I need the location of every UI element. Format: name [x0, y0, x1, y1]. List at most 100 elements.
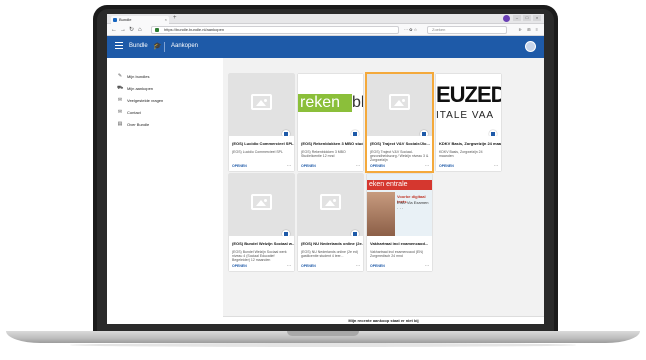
sidebar-item-label: Mijn bundles — [127, 73, 150, 79]
thumbnail-logo-text: EUZED — [436, 82, 501, 107]
sidebar-item-mijn-aankopen[interactable]: ⛟ Mijn aankopen — [117, 84, 153, 92]
card-thumbnail: EUZED ITALE VAA — [436, 74, 501, 136]
purchase-card-selected[interactable]: (EOS) Traject V&V Sociale/Jlo... (EOS) T… — [365, 72, 434, 173]
thumbnail-text: EVA: Via Examen — [397, 200, 429, 205]
avatar[interactable] — [525, 41, 536, 52]
open-button[interactable]: OPENEN — [232, 264, 247, 268]
header-divider — [164, 42, 165, 52]
app-brand[interactable]: Bundle — [129, 43, 148, 49]
card-subtitle: (EOS) Lucidio Commercieel SPL — [232, 150, 283, 154]
more-options-icon[interactable]: ⋯ — [425, 264, 429, 268]
sidebar-item-contact[interactable]: ✉ Contact — [117, 108, 141, 116]
more-options-icon[interactable]: ⋯ — [494, 164, 498, 168]
card-subtitle: (EOS) Traject V&V Sociaal-gezondheidszor… — [370, 150, 429, 162]
new-tab-button[interactable]: + — [173, 15, 177, 21]
card-subtitle: Vakhartraai incl examencaod (EN) Zorgmed… — [370, 250, 424, 258]
tab-close-icon[interactable]: × — [165, 16, 167, 24]
laptop-screen: Bundle × + – □ × ← → ↻ ⌂ https://bundle.… — [107, 14, 544, 324]
thumbnail-text: · · · — [397, 206, 404, 211]
sidebar-item-over-bundle[interactable]: ▤ Over Bundle — [117, 120, 150, 128]
thumbnail-logo-text: bl — [352, 94, 363, 111]
window-controls: – □ × — [513, 15, 541, 21]
card-thumbnail — [229, 174, 294, 236]
more-options-icon[interactable]: ⋯ — [287, 164, 291, 168]
image-placeholder-icon — [320, 194, 341, 210]
sidebar-item-label: Over Bundle — [127, 121, 150, 127]
search-input[interactable]: Zoeken — [427, 26, 507, 34]
sidebar-item-label: Mijn aankopen — [127, 85, 154, 91]
card-thumbnail — [298, 174, 363, 236]
card-subtitle: (EOS) Bundel Welzijn Sociaal werk niveau… — [232, 250, 287, 262]
open-button[interactable]: OPENEN — [301, 264, 316, 268]
card-title: KDKV Basis, Zorgwelzijn 24 maand... — [439, 141, 501, 146]
open-button[interactable]: OPENEN — [370, 164, 385, 168]
browser-menu-icons[interactable]: ⊪ ⊞ ≡ — [519, 27, 540, 32]
browser-toolbar: ← → ↻ ⌂ https://bundle.bundle.nl/aankope… — [107, 24, 544, 36]
sidebar: ✎ Mijn bundles ⛟ Mijn aankopen ✉ Veelges… — [107, 58, 223, 324]
image-placeholder-icon — [251, 194, 272, 210]
url-text: https://bundle.bundle.nl/aankopen — [164, 27, 225, 32]
purchase-card[interactable]: EUZED ITALE VAA KDKV Basis, Zorgwelzijn … — [436, 74, 501, 171]
more-options-icon[interactable]: ⋯ — [287, 264, 291, 268]
sidebar-item-label: Contact — [127, 109, 141, 115]
laptop-mockup: Bundle × + – □ × ← → ↻ ⌂ https://bundle.… — [0, 0, 646, 360]
image-placeholder-icon — [389, 94, 410, 110]
card-subtitle: KDKV Basis, Zorgwelzijn 24 maanden — [439, 150, 483, 158]
open-button[interactable]: OPENEN — [301, 164, 316, 168]
profile-icon[interactable] — [503, 15, 510, 22]
recent-purchase-missing-link[interactable]: Mijn recente aankoop staat er niet bij — [223, 316, 544, 324]
purchase-card[interactable]: eken entrale Voorbe digitaal toets EVA: … — [367, 174, 432, 271]
app-header: Bundle 🎓 Aankopen — [107, 36, 544, 58]
card-subtitle: (EOS) Rekenblokken 3 MBO Studielicentie … — [301, 150, 346, 158]
reload-button[interactable]: ↻ — [129, 26, 134, 34]
card-thumbnail: eken entrale Voorbe digitaal toets EVA: … — [367, 174, 432, 236]
card-title: (EOS) Lucidio Commercieel SPL — [232, 141, 294, 146]
page-title: Aankopen — [171, 43, 199, 49]
graduation-cap-icon: ✎ — [117, 73, 123, 79]
open-button[interactable]: OPENEN — [370, 264, 385, 268]
purchases-grid: (EOS) Lucidio Commercieel SPL (EOS) Luci… — [223, 58, 544, 324]
forward-button[interactable]: → — [120, 26, 126, 34]
more-options-icon[interactable]: ⋯ — [356, 164, 360, 168]
tab-title: Bundle — [119, 17, 132, 22]
browser-tab[interactable]: Bundle × — [111, 16, 169, 24]
chat-icon: ✉ — [117, 97, 123, 103]
back-button[interactable]: ← — [111, 26, 117, 34]
graduation-cap-icon: 🎓 — [153, 43, 162, 50]
card-title: (EOS) NU Nederlands online (2e... — [301, 241, 363, 246]
card-title: (EOS) Rekenblokken 3 MBO studie — [301, 141, 363, 146]
card-title: (EOS) Traject V&V Sociale/Jlo... — [370, 141, 430, 146]
home-button[interactable]: ⌂ — [138, 26, 142, 34]
laptop-shadow — [70, 343, 576, 347]
address-bar[interactable]: https://bundle.bundle.nl/aankopen — [151, 26, 399, 34]
open-button[interactable]: OPENEN — [439, 164, 454, 168]
shopping-cart-icon: ⛟ — [117, 84, 124, 91]
close-window-button[interactable]: × — [533, 15, 541, 21]
purchase-card[interactable]: (EOS) Lucidio Commercieel SPL (EOS) Luci… — [229, 74, 294, 171]
sidebar-item-label: Veelgestelde vragen — [127, 97, 164, 103]
maximize-button[interactable]: □ — [523, 15, 531, 21]
purchase-card[interactable]: (EOS) NU Nederlands online (2e... (EOS) … — [298, 174, 363, 271]
sidebar-item-veelgestelde-vragen[interactable]: ✉ Veelgestelde vragen — [117, 96, 163, 104]
more-options-icon[interactable]: ⋯ — [356, 264, 360, 268]
book-badge-icon — [282, 130, 290, 136]
purchase-card[interactable]: reken bl (EOS) Rekenblokken 3 MBO studie… — [298, 74, 363, 171]
thumbnail-logo-text: ITALE VAA — [436, 110, 495, 121]
card-title: Vakhartraai incl examencaod... — [370, 241, 429, 246]
more-options-icon[interactable]: ⋯ — [425, 164, 429, 168]
sidebar-item-mijn-bundles[interactable]: ✎ Mijn bundles — [117, 72, 150, 80]
minimize-button[interactable]: – — [513, 15, 521, 21]
book-badge-icon — [351, 130, 359, 136]
open-button[interactable]: OPENEN — [232, 164, 247, 168]
card-title: (EOS) Bundel Welzijn Sociaal w... — [232, 241, 294, 246]
book-icon: ▤ — [117, 121, 123, 127]
book-badge-icon — [282, 230, 290, 236]
purchase-card[interactable]: (EOS) Bundel Welzijn Sociaal w... (EOS) … — [229, 174, 294, 271]
book-badge-icon — [489, 130, 497, 136]
browser-tab-bar: Bundle × + – □ × — [107, 14, 544, 24]
image-placeholder-icon — [251, 94, 272, 110]
lock-icon — [155, 28, 159, 32]
thumbnail-logo-text: eken entrale — [367, 180, 432, 190]
hamburger-menu-icon[interactable] — [115, 42, 123, 51]
page-actions[interactable]: ··· ✿ ☆ — [404, 27, 417, 32]
